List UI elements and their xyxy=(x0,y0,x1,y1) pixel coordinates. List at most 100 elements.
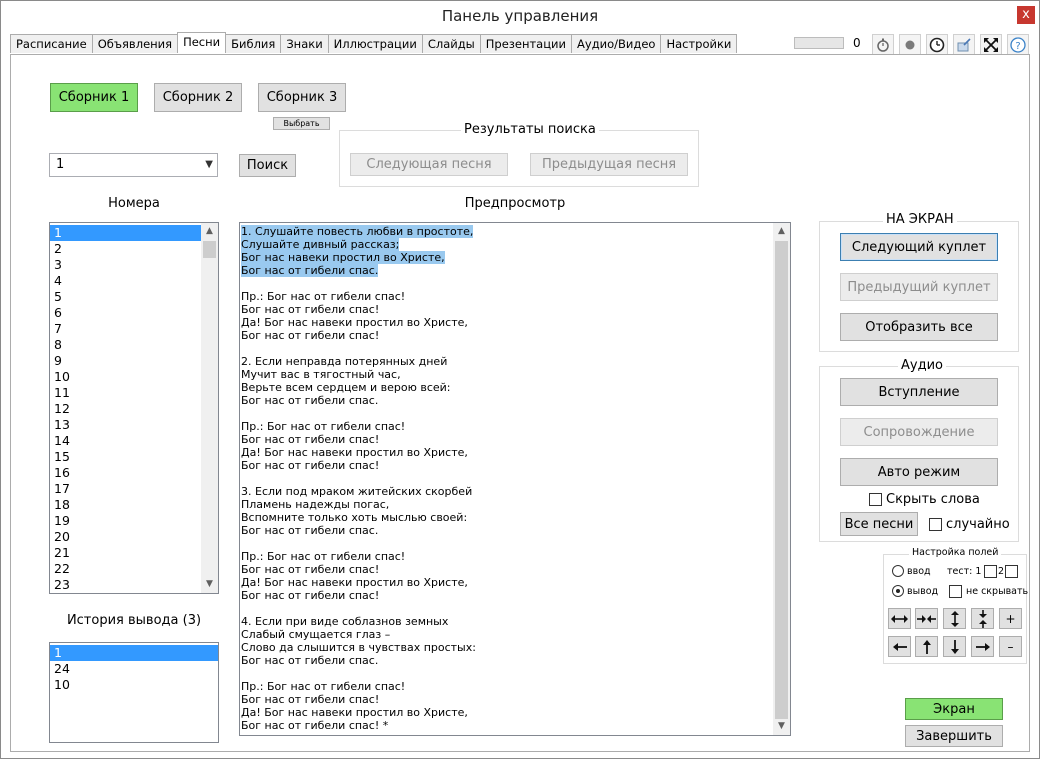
test-2-checkbox[interactable]: 2 xyxy=(998,565,1022,578)
collection-1-button[interactable]: Сборник 1 xyxy=(50,83,138,112)
no-hide-checkbox[interactable]: не скрывать xyxy=(949,585,1028,598)
tab-presentations[interactable]: Презентации xyxy=(479,34,573,53)
minus-button[interactable]: – xyxy=(999,636,1022,657)
chevron-up-icon[interactable]: ▲ xyxy=(773,223,790,240)
history-list[interactable]: 1 24 10 xyxy=(49,642,219,743)
chevron-down-icon[interactable]: ▼ xyxy=(773,718,790,735)
preview-scrollbar[interactable]: ▲ ▼ xyxy=(773,223,790,735)
shrink-vertical-icon[interactable] xyxy=(971,608,994,629)
list-item[interactable]: 8 xyxy=(50,337,218,353)
song-number-combo[interactable]: 1 ▼ xyxy=(49,153,218,177)
list-item[interactable]: 13 xyxy=(50,417,218,433)
radio-button[interactable] xyxy=(892,585,904,597)
tab-schedule[interactable]: Расписание xyxy=(10,34,93,53)
numbers-scrollbar[interactable]: ▲ ▼ xyxy=(201,223,218,593)
tab-slides[interactable]: Слайды xyxy=(421,34,481,53)
record-icon[interactable] xyxy=(899,34,921,56)
list-item[interactable]: 3 xyxy=(50,257,218,273)
expand-horizontal-icon[interactable] xyxy=(888,608,911,629)
arrow-left-icon[interactable] xyxy=(888,636,911,657)
checkbox-box[interactable] xyxy=(1005,565,1019,578)
arrow-down-icon[interactable] xyxy=(943,636,966,657)
random-checkbox[interactable]: случайно xyxy=(929,517,1010,532)
shrink-horizontal-icon[interactable] xyxy=(915,608,938,629)
fullscreen-icon[interactable] xyxy=(980,34,1002,56)
hide-words-checkbox[interactable]: Скрыть слова xyxy=(869,492,980,507)
checkbox-box[interactable] xyxy=(869,493,882,506)
list-item[interactable]: 12 xyxy=(50,401,218,417)
search-button[interactable]: Поиск xyxy=(239,154,296,177)
next-verse-button[interactable]: Следующий куплет xyxy=(840,233,998,261)
numbers-list[interactable]: 1 2 3 4 5 6 7 8 9 10 11 12 13 14 15 16 17 18 19 20 21 22 23 ▲ … xyxy=(49,222,219,594)
output-radio[interactable]: вывод xyxy=(892,585,938,597)
list-item[interactable]: 19 xyxy=(50,513,218,529)
tab-audio-video[interactable]: Аудио/Видео xyxy=(571,34,662,53)
accompaniment-button[interactable]: Сопровождение xyxy=(840,418,998,446)
chevron-down-icon[interactable]: ▼ xyxy=(201,576,218,593)
list-item[interactable]: 15 xyxy=(50,449,218,465)
checkbox-box[interactable] xyxy=(949,585,962,598)
plus-button[interactable]: + xyxy=(999,608,1022,629)
list-item[interactable]: 22 xyxy=(50,561,218,577)
scrollbar-thumb[interactable] xyxy=(203,241,216,258)
list-item[interactable]: 16 xyxy=(50,465,218,481)
list-item[interactable]: 20 xyxy=(50,529,218,545)
chevron-up-icon[interactable]: ▲ xyxy=(201,223,218,240)
list-item[interactable]: 6 xyxy=(50,305,218,321)
scrollbar-thumb[interactable] xyxy=(775,241,788,719)
list-item[interactable]: 17 xyxy=(50,481,218,497)
close-button[interactable]: x xyxy=(1017,6,1035,24)
list-item[interactable]: 24 xyxy=(50,661,218,677)
finish-button[interactable]: Завершить xyxy=(905,725,1003,747)
checkbox-box[interactable] xyxy=(984,565,998,578)
collection-3-button[interactable]: Сборник 3 xyxy=(258,83,346,112)
preview-line-text: Бог нас от гибели спас. xyxy=(241,524,379,537)
tab-settings[interactable]: Настройки xyxy=(660,34,738,53)
list-item[interactable]: 18 xyxy=(50,497,218,513)
show-all-button[interactable]: Отобразить все xyxy=(840,313,998,341)
list-item[interactable]: 9 xyxy=(50,353,218,369)
help-icon[interactable]: ? xyxy=(1007,34,1029,56)
list-item[interactable]: 10 xyxy=(50,369,218,385)
arrow-up-icon[interactable] xyxy=(915,636,938,657)
preview-line: Вспомните только хоть мыслью своей: xyxy=(240,511,790,524)
input-radio[interactable]: ввод xyxy=(892,565,931,577)
expand-vertical-icon[interactable] xyxy=(943,608,966,629)
preview-text-area[interactable]: 1. Слушайте повесть любви в простоте, Слу… xyxy=(239,222,791,736)
checkbox-box[interactable] xyxy=(929,518,942,531)
list-item[interactable]: 14 xyxy=(50,433,218,449)
choose-button[interactable]: Выбрать xyxy=(273,117,330,130)
screen-mode-icon[interactable] xyxy=(953,34,975,56)
arrow-right-icon[interactable] xyxy=(971,636,994,657)
progress-bar xyxy=(794,37,844,49)
previous-song-button[interactable]: Предыдущая песня xyxy=(530,153,688,176)
list-item[interactable]: 21 xyxy=(50,545,218,561)
tab-illustrations[interactable]: Иллюстрации xyxy=(327,34,423,53)
list-item[interactable]: 10 xyxy=(50,677,218,693)
tab-announcements[interactable]: Объявления xyxy=(91,34,179,53)
tab-songs[interactable]: Песни xyxy=(177,32,227,53)
previous-verse-button[interactable]: Предыдущий куплет xyxy=(840,273,998,301)
all-songs-button[interactable]: Все песни xyxy=(840,512,918,536)
screen-button[interactable]: Экран xyxy=(905,698,1003,720)
list-item[interactable]: 1 xyxy=(50,225,218,241)
list-item[interactable]: 4 xyxy=(50,273,218,289)
test-label: тест: 1 xyxy=(947,566,982,577)
test-1-checkbox[interactable]: тест: 1 xyxy=(947,565,1001,578)
list-item[interactable]: 7 xyxy=(50,321,218,337)
list-item[interactable]: 23 xyxy=(50,577,218,593)
list-item[interactable]: 2 xyxy=(50,241,218,257)
intro-button[interactable]: Вступление xyxy=(840,378,998,406)
collection-2-button[interactable]: Сборник 2 xyxy=(154,83,242,112)
next-song-button[interactable]: Следующая песня xyxy=(350,153,508,176)
list-item[interactable]: 1 xyxy=(50,645,218,661)
auto-mode-button[interactable]: Авто режим xyxy=(840,458,998,486)
list-item[interactable]: 5 xyxy=(50,289,218,305)
tab-bible[interactable]: Библия xyxy=(225,34,282,53)
stopwatch-icon[interactable] xyxy=(872,34,894,56)
list-item[interactable]: 11 xyxy=(50,385,218,401)
title-bar: Панель управления x xyxy=(1,1,1039,33)
radio-button[interactable] xyxy=(892,565,904,577)
clock-icon[interactable] xyxy=(926,34,948,56)
tab-signs[interactable]: Знаки xyxy=(280,34,329,53)
